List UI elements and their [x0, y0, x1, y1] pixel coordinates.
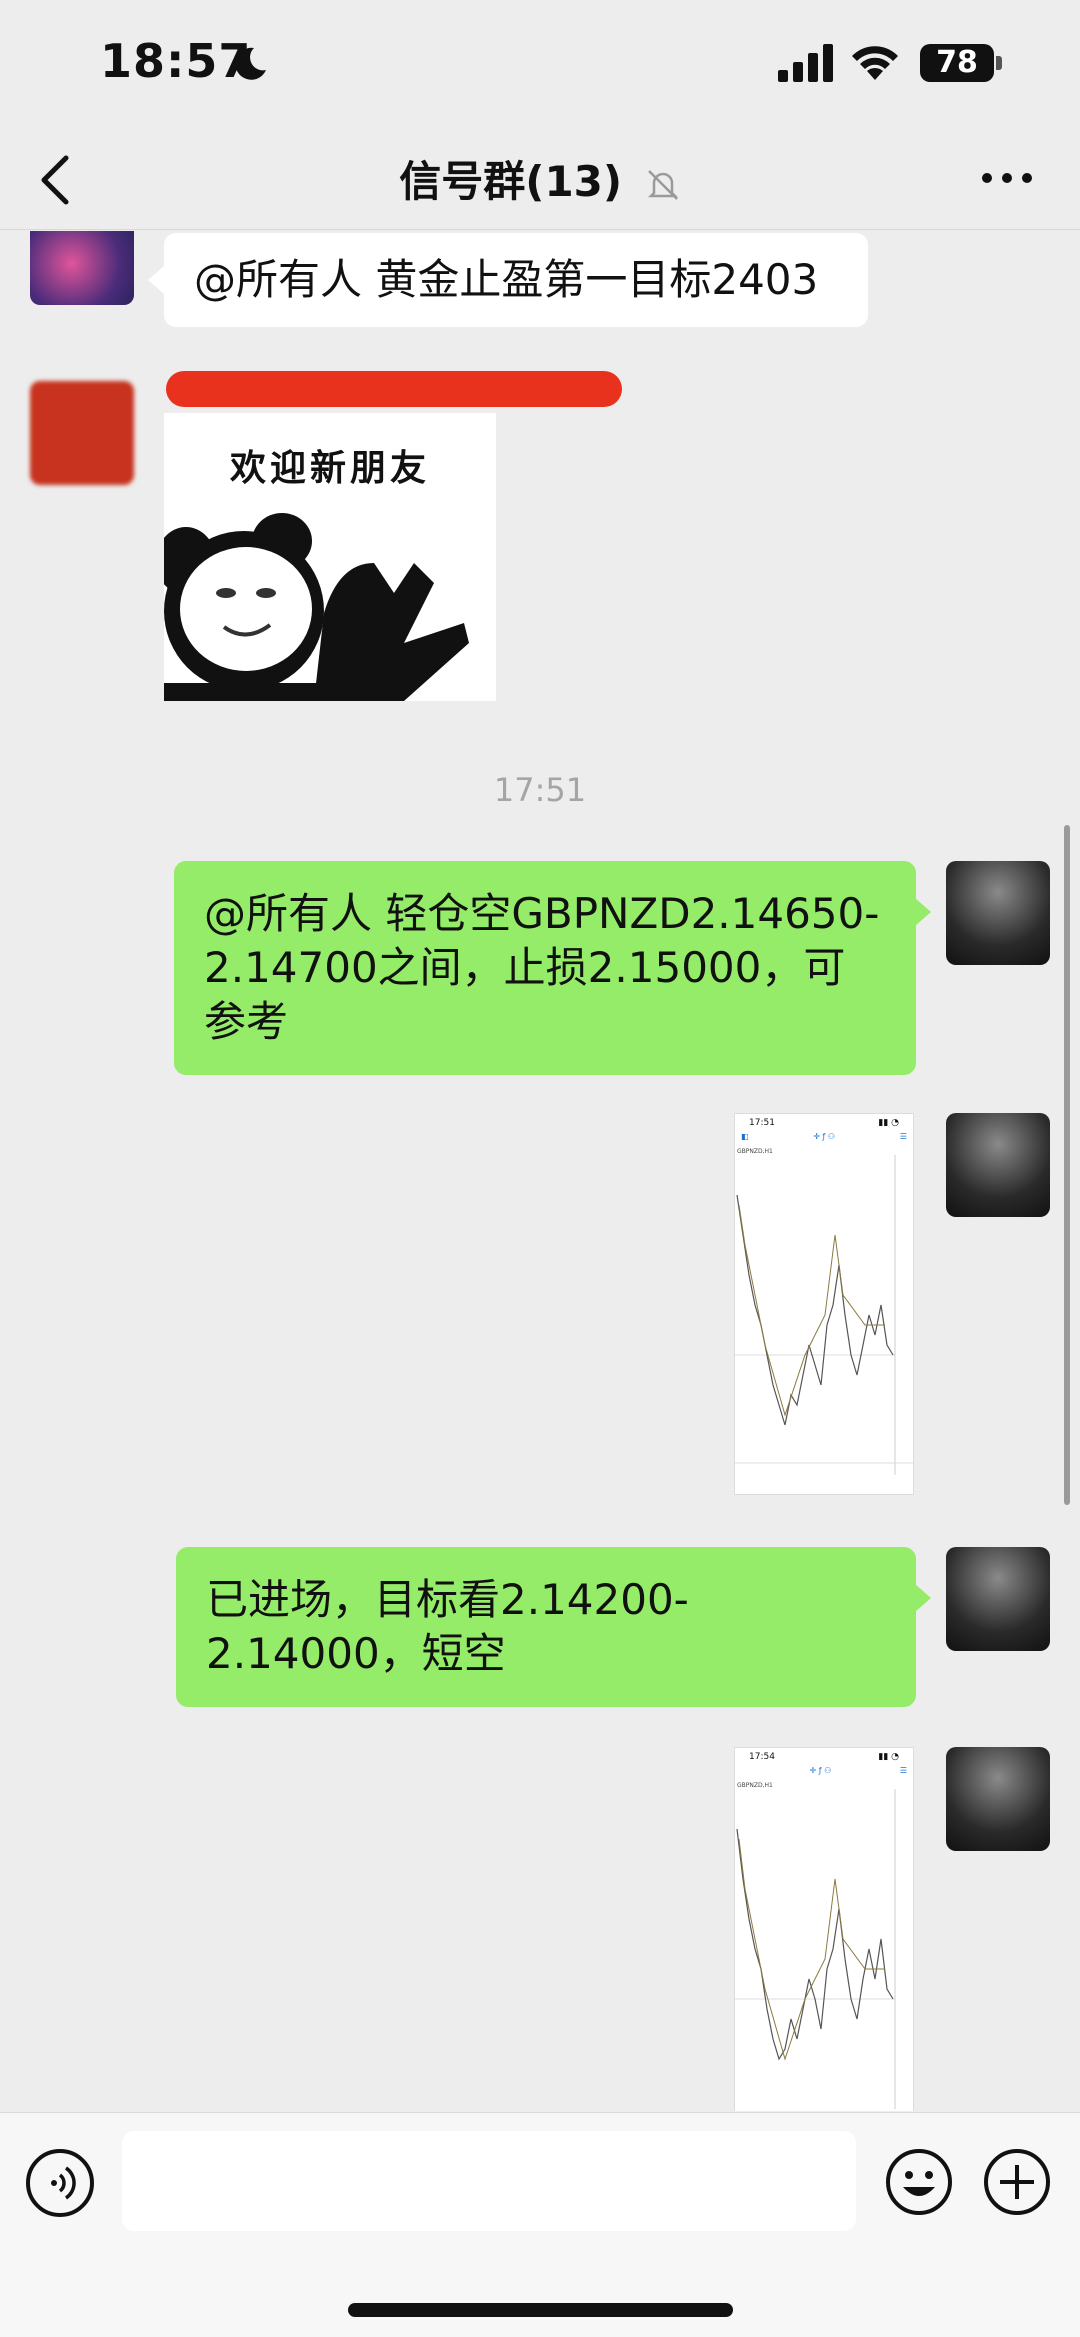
voice-button[interactable] — [26, 2149, 94, 2217]
signal-icon — [778, 44, 833, 82]
status-time: 18:57 — [100, 34, 252, 88]
message-input[interactable] — [122, 2131, 856, 2231]
scrollbar[interactable] — [1064, 825, 1070, 1505]
screenshot-signal: ▮▮ ◔ — [878, 1118, 899, 1128]
redacted-sender-name — [166, 371, 622, 407]
wifi-icon — [852, 46, 898, 80]
screenshot-status: 17:51 ▮▮ ◔ — [735, 1114, 913, 1132]
chart-screenshot-image[interactable]: 17:51 ▮▮ ◔ ◧ ✛ ƒ ⚇ ☰ GBPNZD,H1 — [734, 1113, 914, 1495]
screenshot-time: 17:54 — [749, 1752, 775, 1762]
message-text: 已进场，目标看2.14200-2.14000，短空 — [206, 1575, 689, 1678]
price-chart-thumbnail — [735, 1789, 896, 2109]
chat-title: 信号群(13) — [399, 157, 623, 206]
bubble-tail — [148, 266, 164, 294]
nav-title-container: 信号群(13) — [0, 148, 1080, 209]
message-bubble[interactable]: @所有人 轻仓空GBPNZD2.14650-2.14700之间，止损2.1500… — [174, 861, 916, 1075]
home-indicator[interactable] — [348, 2303, 733, 2317]
voice-icon — [51, 2166, 76, 2200]
message-bubble[interactable]: 已进场，目标看2.14200-2.14000，短空 — [176, 1547, 916, 1707]
screenshot-time: 17:51 — [749, 1118, 775, 1128]
self-avatar[interactable] — [946, 1547, 1050, 1651]
mute-icon — [647, 169, 678, 200]
self-avatar[interactable] — [946, 1113, 1050, 1217]
price-chart-thumbnail — [735, 1155, 913, 1475]
emoji-icon[interactable] — [884, 2147, 954, 2217]
message-bubble[interactable]: @所有人 黄金止盈第一目标2403 — [164, 233, 868, 327]
chart-screenshot-image[interactable]: 17:54 ▮▮ ◔ ✛ ƒ ⚇ ☰ GBPNZD,H1 — [734, 1747, 914, 2111]
screenshot-symbol: GBPNZD,H1 — [737, 1782, 773, 1789]
nav-bar: 信号群(13) — [0, 130, 1080, 230]
screenshot-toolbar: ◧ ✛ ƒ ⚇ ☰ — [741, 1132, 907, 1141]
battery-tip — [996, 56, 1002, 70]
avatar[interactable] — [30, 381, 134, 485]
panda-illustration — [164, 513, 469, 701]
plus-icon[interactable] — [982, 2147, 1052, 2217]
message-text: @所有人 轻仓空GBPNZD2.14650-2.14700之间，止损2.1500… — [204, 889, 880, 1046]
message-text: @所有人 黄金止盈第一目标2403 — [194, 255, 819, 304]
bubble-tail — [915, 898, 931, 926]
timestamp: 17:51 — [493, 771, 587, 809]
screenshot-signal: ▮▮ ◔ — [878, 1752, 899, 1762]
self-avatar[interactable] — [946, 1747, 1050, 1851]
screenshot-toolbar: ✛ ƒ ⚇ ☰ — [809, 1766, 907, 1775]
sticker-image[interactable]: 欢迎新朋友 — [164, 413, 496, 701]
bubble-tail — [915, 1584, 931, 1612]
screenshot-symbol: GBPNZD,H1 — [737, 1148, 773, 1155]
moon-icon — [235, 47, 266, 80]
status-bar: 18:57 78 — [0, 0, 1080, 130]
screenshot-status: 17:54 ▮▮ ◔ — [735, 1748, 913, 1766]
more-icon[interactable] — [980, 168, 1034, 188]
chat-message-list[interactable]: @所有人 黄金止盈第一目标2403 欢迎新朋友 17:51 @所有人 轻仓空GB… — [0, 231, 1080, 2111]
avatar[interactable] — [30, 231, 134, 305]
battery-indicator: 78 — [920, 44, 994, 82]
self-avatar[interactable] — [946, 861, 1050, 965]
